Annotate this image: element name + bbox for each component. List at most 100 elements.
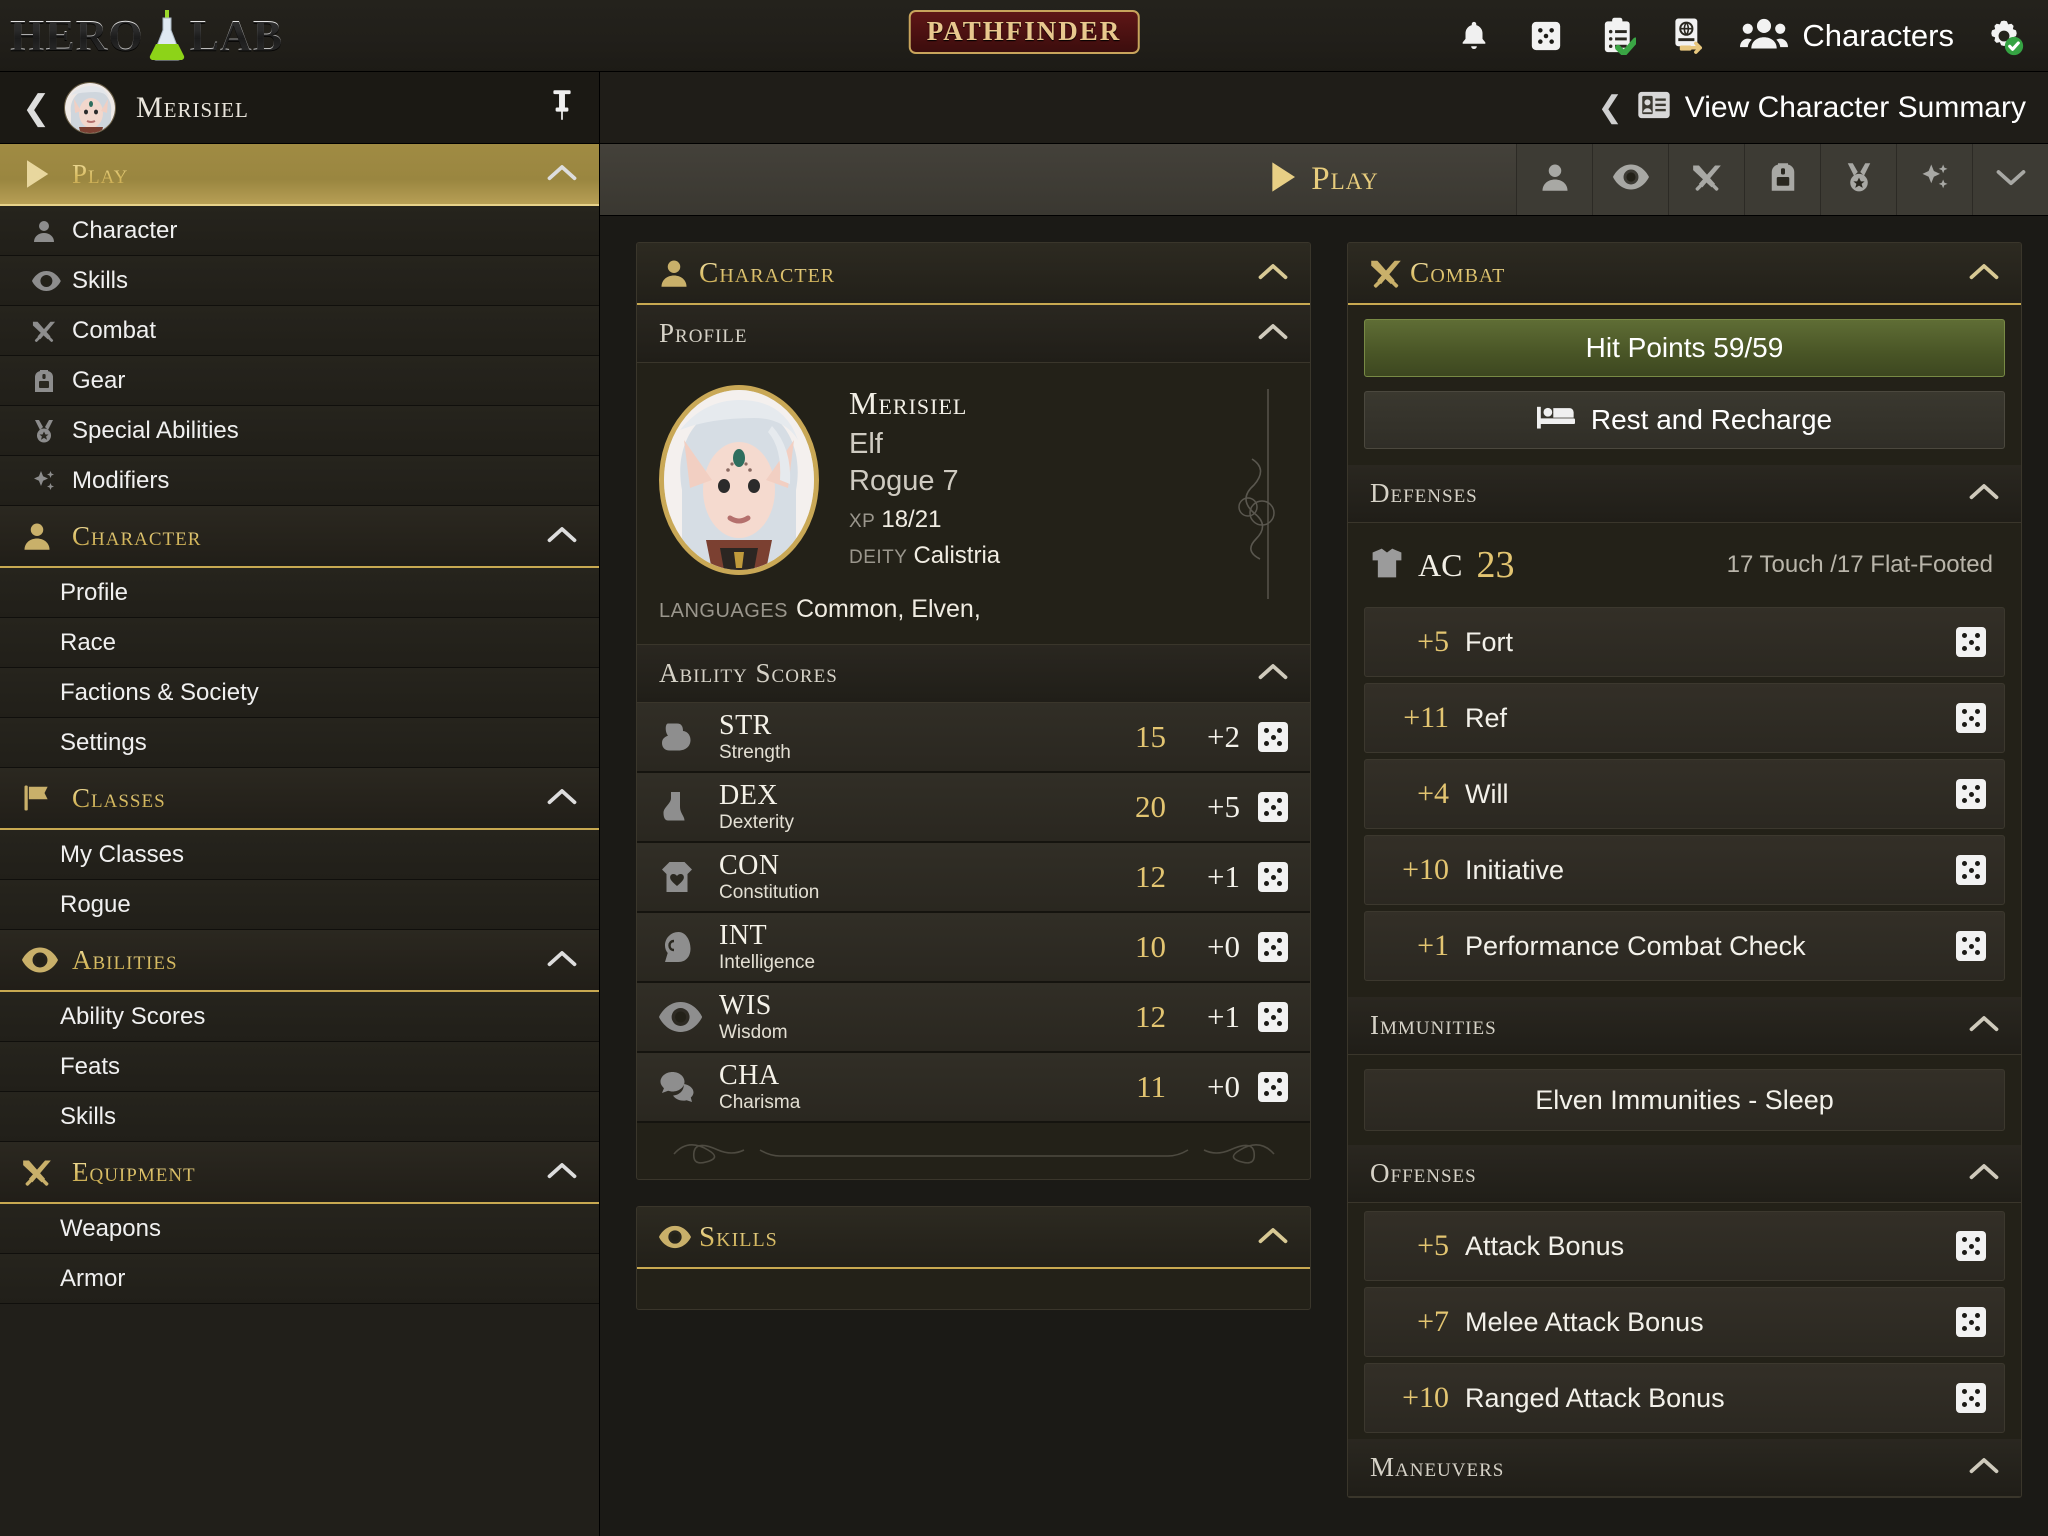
- sidebar-item-settings[interactable]: Settings: [0, 718, 599, 768]
- play-tool-chevron-down[interactable]: [1972, 144, 2048, 215]
- ability-names: DEX Dexterity: [719, 781, 794, 832]
- sidebar-item-weapons[interactable]: Weapons: [0, 1204, 599, 1254]
- ornament-divider: [637, 1123, 1310, 1179]
- sidebar-item-rogue[interactable]: Rogue: [0, 880, 599, 930]
- sidebar-item-my-classes[interactable]: My Classes: [0, 830, 599, 880]
- sidebar-item-label: Combat: [72, 316, 157, 344]
- play-tool-swords[interactable]: [1668, 144, 1744, 215]
- roll-die-icon[interactable]: [1956, 1307, 1986, 1337]
- offense-row-ranged-attack-bonus[interactable]: +10 Ranged Attack Bonus: [1364, 1363, 2005, 1433]
- ability-row-wis[interactable]: WIS Wisdom 12 +1: [637, 983, 1310, 1053]
- ability-scores-subheader[interactable]: Ability Scores: [637, 645, 1310, 703]
- defenses-title: Defenses: [1370, 478, 1478, 508]
- play-tool-eye[interactable]: [1592, 144, 1668, 215]
- defense-row-performance-combat-check[interactable]: +1 Performance Combat Check: [1364, 911, 2005, 981]
- defense-row-fort[interactable]: +5 Fort: [1364, 607, 2005, 677]
- sidebar-item-special-abilities[interactable]: Special Abilities: [0, 406, 599, 456]
- dice-icon[interactable]: [1524, 14, 1568, 58]
- ability-row-dex[interactable]: DEX Dexterity 20 +5: [637, 773, 1310, 843]
- roll-die-icon[interactable]: [1258, 862, 1288, 892]
- sidebar-item-gear[interactable]: Gear: [0, 356, 599, 406]
- sidebar-item-skills[interactable]: Skills: [0, 256, 599, 306]
- rest-and-recharge-button[interactable]: Rest and Recharge: [1364, 391, 2005, 449]
- characters-button[interactable]: Characters: [1740, 16, 1954, 55]
- roll-die-icon[interactable]: [1956, 779, 1986, 809]
- sidebar-item-profile[interactable]: Profile: [0, 568, 599, 618]
- rest-and-recharge-label: Rest and Recharge: [1590, 404, 1833, 435]
- maneuvers-subheader[interactable]: Maneuvers: [1348, 1439, 2021, 1497]
- sidebar-item-race[interactable]: Race: [0, 618, 599, 668]
- ability-row-int[interactable]: INT Intelligence 10 +0: [637, 913, 1310, 983]
- roll-die-icon[interactable]: [1956, 1383, 1986, 1413]
- defenses-subheader[interactable]: Defenses: [1348, 465, 2021, 523]
- sidebar-item-factions-society[interactable]: Factions & Society: [0, 668, 599, 718]
- bell-icon[interactable]: [1452, 14, 1496, 58]
- defense-row-will[interactable]: +4 Will: [1364, 759, 2005, 829]
- play-tool-sparkles[interactable]: [1896, 144, 1972, 215]
- roll-die-icon[interactable]: [1956, 931, 1986, 961]
- sidebar-item-skills[interactable]: Skills: [0, 1092, 599, 1142]
- roll-die-icon[interactable]: [1258, 1072, 1288, 1102]
- offense-row-attack-bonus[interactable]: +5 Attack Bonus: [1364, 1211, 2005, 1281]
- sidebar-item-modifiers[interactable]: Modifiers: [0, 456, 599, 506]
- sidebar-section-classes[interactable]: Classes: [0, 768, 599, 830]
- play-icon: [22, 159, 60, 189]
- roll-die-icon[interactable]: [1956, 703, 1986, 733]
- roll-die-icon[interactable]: [1258, 722, 1288, 752]
- back-chevron-icon[interactable]: ❮: [22, 91, 56, 125]
- sidebar-item-combat[interactable]: Combat: [0, 306, 599, 356]
- ability-full-name: Charisma: [719, 1091, 801, 1113]
- offenses-subheader[interactable]: Offenses: [1348, 1145, 2021, 1203]
- play-tool-backpack[interactable]: [1744, 144, 1820, 215]
- profile-deity-value: Calistria: [913, 542, 1001, 569]
- character-portrait[interactable]: [659, 385, 819, 575]
- sidebar-item-feats[interactable]: Feats: [0, 1042, 599, 1092]
- character-panel-header[interactable]: Character: [637, 243, 1310, 305]
- sidebar-section-play[interactable]: Play: [0, 144, 599, 206]
- immunity-row[interactable]: Elven Immunities - Sleep: [1364, 1069, 2005, 1131]
- character-column: Character Profile Merisiel Elf Rogue 7 X…: [636, 242, 1311, 1536]
- play-icon: [1269, 161, 1297, 198]
- view-character-summary-link[interactable]: ❮ View Character Summary: [1598, 90, 2026, 125]
- sidebar-section-character[interactable]: Character: [0, 506, 599, 568]
- hero-lab-logo[interactable]: HERO LAB: [10, 9, 283, 62]
- roll-die-icon[interactable]: [1956, 627, 1986, 657]
- chevron-down-icon: [1996, 168, 2026, 191]
- immunities-subheader[interactable]: Immunities: [1348, 997, 2021, 1055]
- ability-row-con[interactable]: CON Constitution 12 +1: [637, 843, 1310, 913]
- pin-icon[interactable]: [547, 89, 577, 126]
- sidebar-section-abilities[interactable]: Abilities: [0, 930, 599, 992]
- roll-die-icon[interactable]: [1258, 792, 1288, 822]
- profile-body: Merisiel Elf Rogue 7 XP 18/21 DEITY Calist…: [637, 363, 1310, 599]
- defense-row-ref[interactable]: +11 Ref: [1364, 683, 2005, 753]
- combat-panel-header[interactable]: Combat: [1348, 243, 2021, 305]
- play-tool-medal[interactable]: [1820, 144, 1896, 215]
- defense-row-initiative[interactable]: +10 Initiative: [1364, 835, 2005, 905]
- skills-panel-header[interactable]: Skills: [637, 1207, 1310, 1269]
- characters-label: Characters: [1802, 17, 1954, 53]
- play-tool-person[interactable]: [1516, 144, 1592, 215]
- sidebar-section-equipment[interactable]: Equipment: [0, 1142, 599, 1204]
- flask-icon: [146, 9, 188, 62]
- ability-row-str[interactable]: STR Strength 15 +2: [637, 703, 1310, 773]
- hit-points-button[interactable]: Hit Points 59/59: [1364, 319, 2005, 377]
- armor-class-row[interactable]: AC 23 17 Touch /17 Flat-Footed: [1348, 523, 2021, 607]
- sidebar-item-label: Feats: [60, 1052, 121, 1080]
- profile-race: Elf: [849, 428, 883, 460]
- sidebar-item-character[interactable]: Character: [0, 206, 599, 256]
- sidebar-item-armor[interactable]: Armor: [0, 1254, 599, 1304]
- chevron-up-icon: [1258, 1226, 1288, 1249]
- avatar[interactable]: [64, 81, 116, 134]
- license-transfer-icon[interactable]: [1668, 14, 1712, 58]
- sidebar-item-ability-scores[interactable]: Ability Scores: [0, 992, 599, 1042]
- roll-die-icon[interactable]: [1258, 932, 1288, 962]
- offense-row-melee-attack-bonus[interactable]: +7 Melee Attack Bonus: [1364, 1287, 2005, 1357]
- muscle-icon: [659, 719, 711, 755]
- roll-die-icon[interactable]: [1956, 1231, 1986, 1261]
- roll-die-icon[interactable]: [1956, 855, 1986, 885]
- checklist-icon[interactable]: [1596, 14, 1640, 58]
- roll-die-icon[interactable]: [1258, 1002, 1288, 1032]
- ability-row-cha[interactable]: CHA Charisma 11 +0: [637, 1053, 1310, 1123]
- profile-subheader[interactable]: Profile: [637, 305, 1310, 363]
- gear-icon[interactable]: [1982, 14, 2026, 58]
